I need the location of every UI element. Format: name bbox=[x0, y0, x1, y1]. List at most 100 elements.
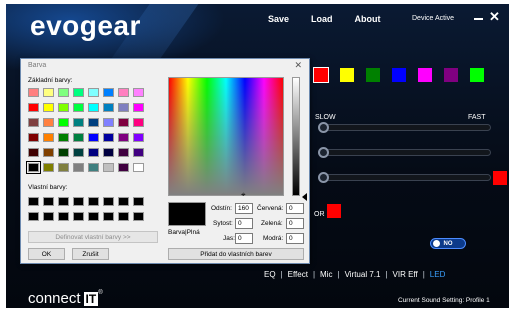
tab-effect[interactable]: Effect bbox=[288, 270, 308, 279]
custom-color-cell[interactable] bbox=[58, 197, 69, 206]
basic-color-cell[interactable] bbox=[88, 118, 99, 127]
basic-color-cell[interactable] bbox=[28, 103, 39, 112]
custom-color-cell[interactable] bbox=[103, 212, 114, 221]
basic-color-cell[interactable] bbox=[43, 103, 54, 112]
or-color-swatch[interactable] bbox=[327, 204, 341, 218]
basic-color-cell[interactable] bbox=[88, 133, 99, 142]
basic-color-cell[interactable] bbox=[73, 118, 84, 127]
basic-color-cell[interactable] bbox=[118, 148, 129, 157]
basic-color-cell[interactable] bbox=[28, 133, 39, 142]
led-swatch[interactable] bbox=[444, 68, 458, 82]
luminance-bar[interactable] bbox=[292, 77, 300, 196]
custom-color-cell[interactable] bbox=[58, 212, 69, 221]
basic-color-cell[interactable] bbox=[73, 133, 84, 142]
basic-color-cell[interactable] bbox=[103, 148, 114, 157]
basic-color-cell[interactable] bbox=[58, 118, 69, 127]
custom-color-cell[interactable] bbox=[28, 197, 39, 206]
basic-color-cell[interactable] bbox=[88, 163, 99, 172]
brightness-slider[interactable] bbox=[318, 147, 491, 158]
custom-color-cell[interactable] bbox=[88, 197, 99, 206]
luminance-input[interactable]: 0 bbox=[235, 233, 253, 244]
red-input[interactable]: 0 bbox=[286, 203, 304, 214]
basic-color-cell[interactable] bbox=[118, 103, 129, 112]
color-spectrum[interactable] bbox=[168, 77, 284, 196]
basic-color-cell[interactable] bbox=[133, 118, 144, 127]
basic-color-cell[interactable] bbox=[103, 118, 114, 127]
tab-eq[interactable]: EQ bbox=[264, 270, 276, 279]
basic-color-cell[interactable] bbox=[26, 161, 41, 174]
led-swatch[interactable] bbox=[313, 67, 329, 83]
basic-color-cell[interactable] bbox=[103, 88, 114, 97]
green-input[interactable]: 0 bbox=[286, 218, 304, 229]
custom-color-cell[interactable] bbox=[133, 197, 144, 206]
add-to-custom-colors-button[interactable]: Přidat do vlastních barev bbox=[168, 248, 304, 260]
custom-color-cell[interactable] bbox=[43, 212, 54, 221]
basic-color-cell[interactable] bbox=[133, 88, 144, 97]
tab-virtual[interactable]: Virtual 7.1 bbox=[345, 270, 381, 279]
basic-color-cell[interactable] bbox=[43, 133, 54, 142]
basic-color-cell[interactable] bbox=[28, 148, 39, 157]
blue-input[interactable]: 0 bbox=[286, 233, 304, 244]
load-menu[interactable]: Load bbox=[311, 14, 333, 24]
led-swatch[interactable] bbox=[340, 68, 354, 82]
slider-knob[interactable] bbox=[318, 172, 329, 183]
basic-color-cell[interactable] bbox=[43, 118, 54, 127]
tab-vir-eff[interactable]: VIR Eff bbox=[393, 270, 418, 279]
close-icon[interactable]: ✕ bbox=[489, 9, 500, 25]
about-menu[interactable]: About bbox=[355, 14, 381, 24]
custom-color-cell[interactable] bbox=[73, 197, 84, 206]
basic-color-cell[interactable] bbox=[103, 103, 114, 112]
basic-color-cell[interactable] bbox=[133, 148, 144, 157]
save-menu[interactable]: Save bbox=[268, 14, 289, 24]
basic-color-cell[interactable] bbox=[118, 88, 129, 97]
tab-mic[interactable]: Mic bbox=[320, 270, 332, 279]
color-slider[interactable] bbox=[318, 172, 491, 183]
luminance-arrow-icon[interactable] bbox=[302, 193, 307, 201]
basic-color-cell[interactable] bbox=[58, 88, 69, 97]
custom-color-cell[interactable] bbox=[118, 212, 129, 221]
custom-color-cell[interactable] bbox=[118, 197, 129, 206]
define-custom-colors-button[interactable]: Definovat vlastní barvy >> bbox=[28, 231, 158, 243]
led-toggle[interactable]: NO bbox=[430, 238, 466, 249]
basic-color-cell[interactable] bbox=[133, 163, 144, 172]
minimize-icon[interactable] bbox=[474, 18, 483, 20]
basic-color-cell[interactable] bbox=[88, 88, 99, 97]
speed-slider[interactable] bbox=[318, 122, 491, 133]
basic-color-cell[interactable] bbox=[88, 148, 99, 157]
led-swatch[interactable] bbox=[470, 68, 484, 82]
basic-color-cell[interactable] bbox=[73, 88, 84, 97]
basic-color-cell[interactable] bbox=[118, 133, 129, 142]
saturation-input[interactable]: 0 bbox=[235, 218, 253, 229]
basic-color-cell[interactable] bbox=[133, 103, 144, 112]
hue-input[interactable]: 160 bbox=[235, 203, 253, 214]
basic-color-cell[interactable] bbox=[58, 148, 69, 157]
basic-color-cell[interactable] bbox=[43, 148, 54, 157]
basic-color-cell[interactable] bbox=[58, 133, 69, 142]
led-swatch[interactable] bbox=[366, 68, 380, 82]
basic-color-cell[interactable] bbox=[58, 163, 69, 172]
basic-color-cell[interactable] bbox=[73, 163, 84, 172]
custom-color-cell[interactable] bbox=[88, 212, 99, 221]
slider-knob[interactable] bbox=[318, 147, 329, 158]
basic-color-cell[interactable] bbox=[103, 163, 114, 172]
led-swatch[interactable] bbox=[418, 68, 432, 82]
basic-color-cell[interactable] bbox=[28, 88, 39, 97]
custom-color-cell[interactable] bbox=[133, 212, 144, 221]
led-swatch[interactable] bbox=[392, 68, 406, 82]
slider-knob[interactable] bbox=[318, 122, 329, 133]
basic-color-cell[interactable] bbox=[118, 163, 129, 172]
custom-color-cell[interactable] bbox=[103, 197, 114, 206]
basic-color-cell[interactable] bbox=[58, 103, 69, 112]
dialog-close-icon[interactable]: ✕ bbox=[294, 60, 302, 71]
custom-color-cell[interactable] bbox=[43, 197, 54, 206]
basic-color-cell[interactable] bbox=[43, 88, 54, 97]
basic-color-cell[interactable] bbox=[28, 118, 39, 127]
basic-color-cell[interactable] bbox=[73, 103, 84, 112]
basic-color-cell[interactable] bbox=[88, 103, 99, 112]
basic-color-cell[interactable] bbox=[103, 133, 114, 142]
slider-color-swatch[interactable] bbox=[493, 171, 507, 185]
custom-color-cell[interactable] bbox=[73, 212, 84, 221]
basic-color-cell[interactable] bbox=[43, 163, 54, 172]
basic-color-cell[interactable] bbox=[73, 148, 84, 157]
custom-color-cell[interactable] bbox=[28, 212, 39, 221]
